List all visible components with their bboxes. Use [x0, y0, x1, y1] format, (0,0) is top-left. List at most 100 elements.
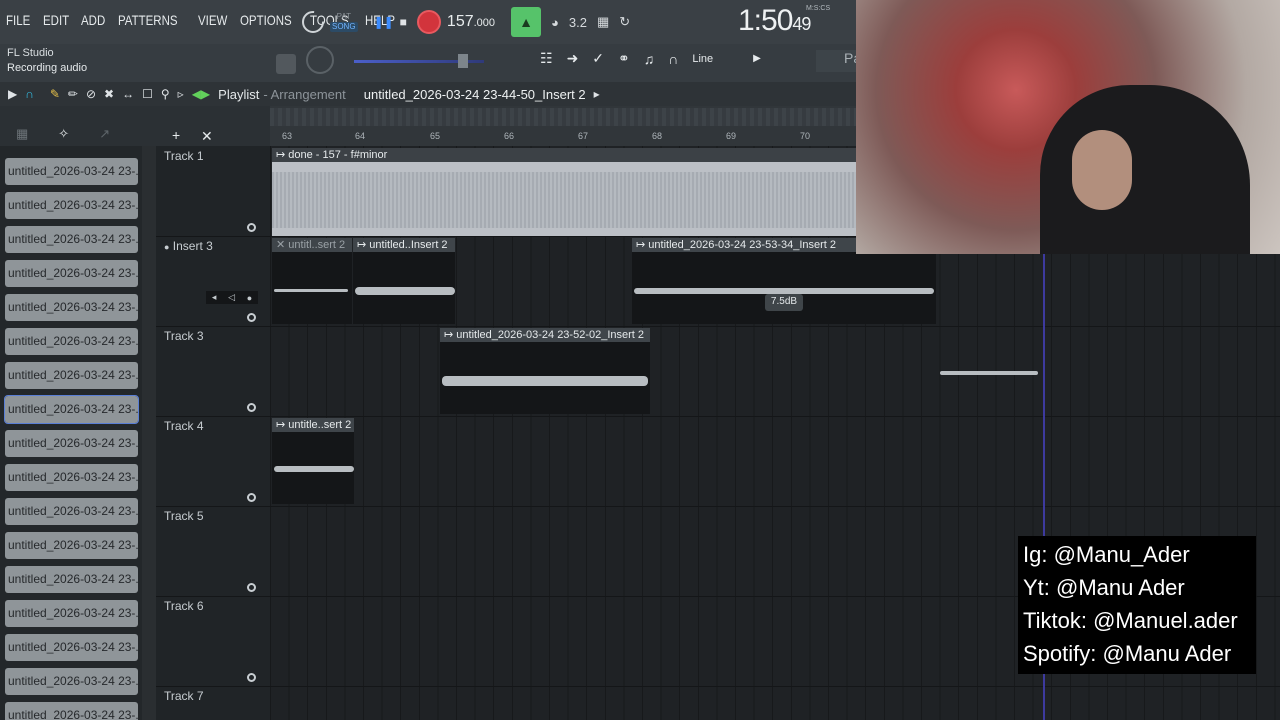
browser-clip-item[interactable]: untitled_2026-03-24 23-...: [5, 566, 138, 593]
snap-dropdown-icon[interactable]: ▶: [753, 53, 761, 64]
browser-clip-item[interactable]: untitled_2026-03-24 23-...: [5, 294, 138, 321]
browser-clip-item[interactable]: untitled_2026-03-24 23-...: [4, 395, 139, 424]
record-arm-icon[interactable]: ●: [164, 242, 169, 252]
browser-clip-item[interactable]: untitled_2026-03-24 23-...: [5, 702, 138, 720]
automation-icon[interactable]: ↗: [99, 126, 110, 142]
track-mute-icon[interactable]: [247, 493, 256, 502]
track-label[interactable]: Track 3: [164, 329, 204, 343]
audio-wave-icon[interactable]: ✧: [58, 126, 69, 142]
browser-clip-item[interactable]: untitled_2026-03-24 23-...: [5, 634, 138, 661]
browser-clip-item[interactable]: untitled_2026-03-24 23-...: [5, 498, 138, 525]
slip-icon[interactable]: ↔: [122, 87, 134, 101]
track-mute-icon[interactable]: [247, 673, 256, 682]
beat-display[interactable]: 3.2: [569, 15, 587, 30]
tempo-fraction: .000: [473, 17, 496, 29]
track-mute-icon[interactable]: [247, 223, 256, 232]
clip-title: ↦ done - 157 - f#minor: [272, 148, 856, 162]
audio-clip[interactable]: ↦ untitled_2026-03-24 23-52-02_Insert 2: [440, 328, 650, 414]
chevron-right-icon[interactable]: ▸: [594, 87, 600, 101]
track-label[interactable]: Track 1: [164, 149, 204, 163]
track-label[interactable]: Track 7: [164, 689, 204, 703]
bar-number: 65: [430, 131, 441, 141]
tempo-value: 157: [446, 13, 474, 30]
link-icon[interactable]: ⚭: [618, 50, 630, 67]
plugin-picker-icon[interactable]: ✓: [592, 50, 604, 67]
browser-clip-item[interactable]: untitled_2026-03-24 23-...: [5, 532, 138, 559]
mixer-icon[interactable]: ♫: [644, 51, 655, 67]
bar-number: 67: [578, 131, 589, 141]
pause-icon[interactable]: ❚❚: [374, 15, 394, 29]
step-edit-icon[interactable]: ▦: [597, 14, 609, 30]
browser-clip-item[interactable]: untitled_2026-03-24 23-...: [5, 260, 138, 287]
browser-clip-item[interactable]: untitled_2026-03-24 23-...: [5, 192, 138, 219]
play-arrow-icon[interactable]: ▶: [8, 87, 17, 101]
piano-keys-icon[interactable]: ▦: [16, 126, 28, 142]
tempo-display[interactable]: 157.000: [447, 13, 495, 31]
browser-clip-item[interactable]: untitled_2026-03-24 23-...: [5, 362, 138, 389]
speaker-icon[interactable]: ◂: [212, 292, 217, 303]
select-icon[interactable]: ☐: [142, 87, 153, 101]
delete-icon[interactable]: ✖: [104, 87, 114, 101]
pat-song-toggle[interactable]: PAT SONG: [330, 12, 358, 32]
piano-roll-icon[interactable]: ☷: [540, 50, 553, 67]
metronome-icon[interactable]: ▲: [511, 7, 542, 37]
wait-for-input-icon[interactable]: ◕: [551, 15, 559, 30]
menu-options[interactable]: OPTIONS: [240, 12, 292, 28]
track-mute-icon[interactable]: [247, 403, 256, 412]
menu-view[interactable]: VIEW: [198, 12, 227, 28]
arrow-right-icon[interactable]: ➜: [567, 50, 579, 67]
master-knob[interactable]: [306, 46, 334, 74]
pencil-icon[interactable]: ✎: [50, 87, 60, 101]
browser-clip-item[interactable]: untitled_2026-03-24 23-...: [5, 464, 138, 491]
playlist-subtitle: - Arrangement: [263, 86, 346, 102]
track-label[interactable]: Track 6: [164, 599, 204, 613]
master-pitch-thumb[interactable]: [458, 54, 468, 68]
menu-add[interactable]: ADD: [81, 12, 105, 28]
close-icon[interactable]: ✕: [201, 128, 213, 145]
speaker-icon[interactable]: ▹: [178, 87, 184, 101]
audio-clip[interactable]: ✕ untitl..sert 2: [272, 238, 352, 324]
brush-icon[interactable]: ✏: [68, 87, 78, 101]
track-label[interactable]: Track 5: [164, 509, 204, 523]
audio-clip[interactable]: ↦ done - 157 - f#minor: [272, 148, 856, 236]
track-mute-icon[interactable]: [247, 313, 256, 322]
browser-clip-item[interactable]: untitled_2026-03-24 23-...: [5, 158, 138, 185]
audio-clip[interactable]: ↦ untitle..sert 2: [272, 418, 354, 504]
song-clock[interactable]: 1:5049: [738, 4, 811, 38]
clip-waveform: [274, 466, 354, 472]
monitor-icon[interactable]: ◁: [228, 292, 235, 303]
menu-patterns[interactable]: PATTERNS: [118, 12, 178, 28]
magnet-icon[interactable]: ∩: [668, 51, 678, 67]
snap-label[interactable]: Line: [692, 53, 713, 65]
add-track-icon[interactable]: +: [172, 127, 180, 143]
browser-clip-item[interactable]: untitled_2026-03-24 23-...: [5, 226, 138, 253]
loop-strip[interactable]: [270, 108, 856, 126]
master-volume-icon[interactable]: [276, 54, 296, 74]
audio-clip[interactable]: ↦ untitled..Insert 2: [353, 238, 455, 324]
current-pattern-name[interactable]: untitled_2026-03-24 23-44-50_Insert 2: [364, 87, 586, 102]
record-icon[interactable]: [416, 10, 441, 34]
clip-name: untitl..sert 2: [288, 239, 346, 251]
clip-title: ↦ untitled_2026-03-24 23-52-02_Insert 2: [440, 328, 650, 342]
browser-clip-item[interactable]: untitled_2026-03-24 23-...: [5, 600, 138, 627]
zoom-icon[interactable]: ⚲: [161, 87, 170, 101]
browser-clip-item[interactable]: untitled_2026-03-24 23-...: [5, 328, 138, 355]
mute-icon[interactable]: ⊘: [86, 87, 96, 101]
track-label[interactable]: Track 4: [164, 419, 204, 433]
bar-number: 70: [800, 131, 811, 141]
magnet-icon[interactable]: ∩: [25, 87, 34, 101]
playlist-arrow-icon[interactable]: ◀▶: [192, 87, 210, 101]
pattern-selector[interactable]: Pa: [816, 50, 861, 72]
loop-record-icon[interactable]: ↻: [619, 14, 630, 30]
browser-scrollbar[interactable]: [142, 146, 156, 720]
track-mute-icon[interactable]: [247, 583, 256, 592]
record-arm-icon[interactable]: ●: [247, 293, 252, 303]
track-insert-controls: ◂ ◁ ●: [206, 291, 258, 304]
menu-file[interactable]: FILE: [6, 12, 30, 28]
browser-clip-item[interactable]: untitled_2026-03-24 23-...: [5, 430, 138, 457]
browser-clip-item[interactable]: untitled_2026-03-24 23-...: [5, 668, 138, 695]
track-label[interactable]: ● Insert 3: [164, 239, 213, 253]
menu-edit[interactable]: EDIT: [43, 12, 69, 28]
stop-icon[interactable]: ■: [400, 15, 407, 29]
cpu-meter-icon: [300, 9, 326, 35]
